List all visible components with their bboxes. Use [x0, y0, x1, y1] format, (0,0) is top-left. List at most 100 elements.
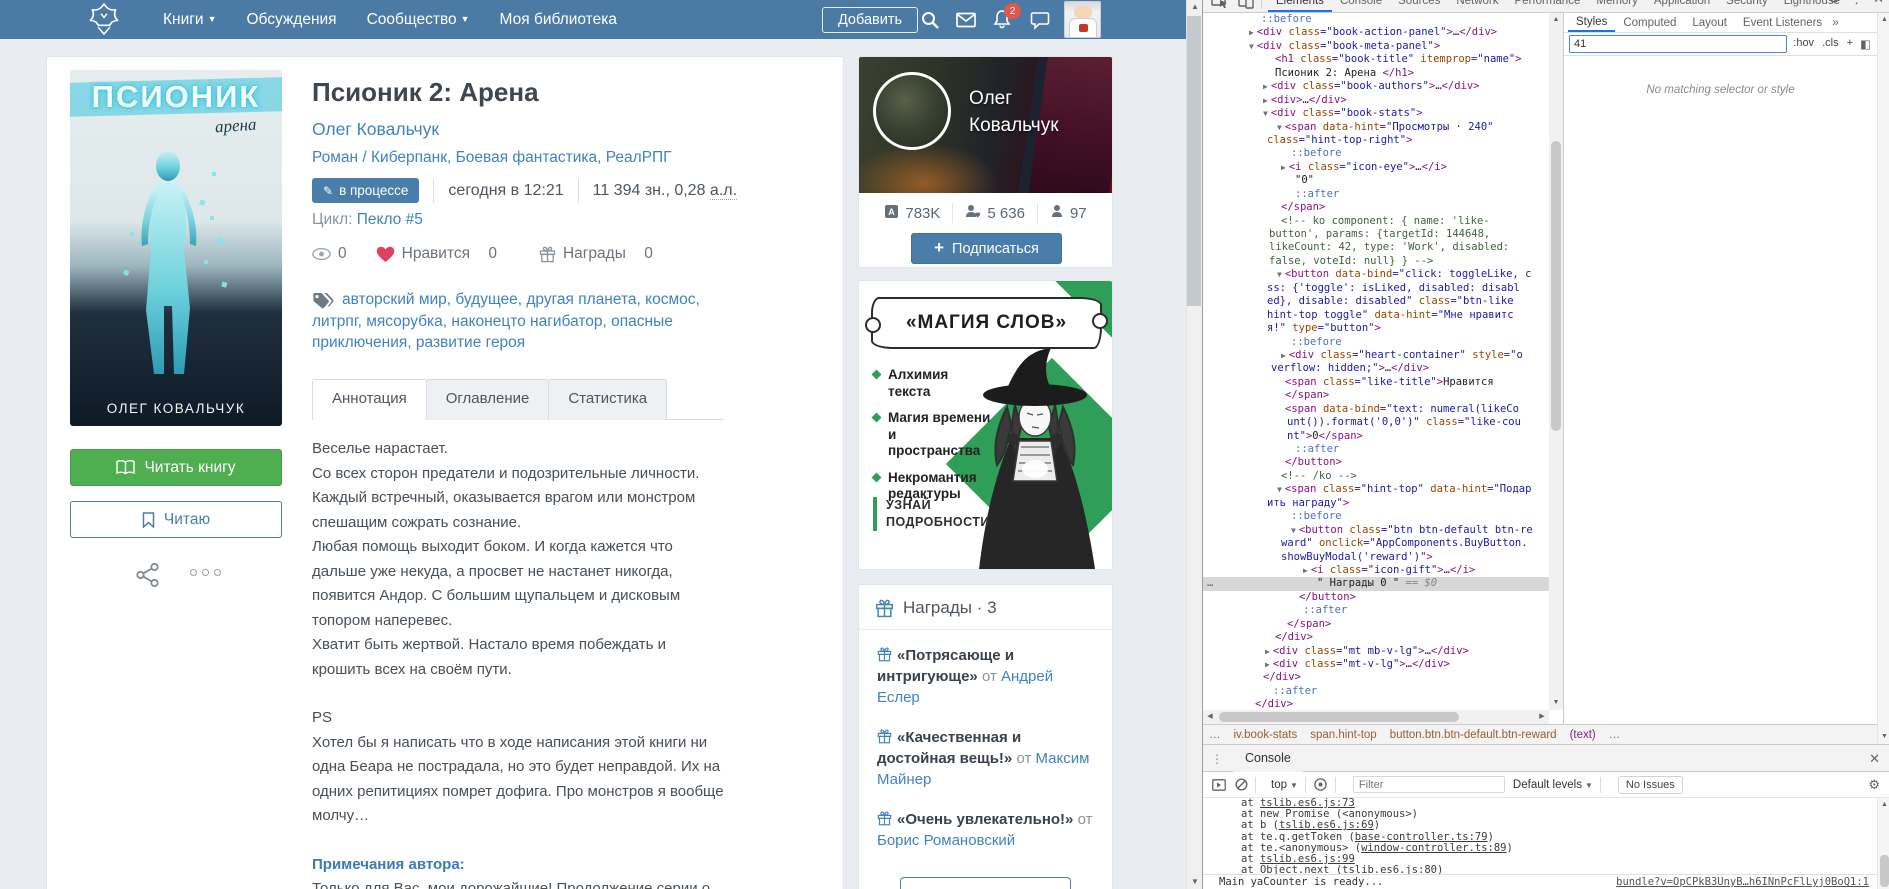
dom-node-line[interactable]: </div> — [1203, 671, 1549, 684]
dom-node-line[interactable]: "0" — [1203, 174, 1549, 187]
book-cover[interactable]: ПСИОНИК арена ОЛЕГ КОВАЛЬЧУК — [70, 70, 282, 426]
reading-status-button[interactable]: Читаю — [70, 501, 282, 538]
award-giver-link[interactable]: Борис Романовский — [877, 832, 1015, 849]
dom-node-line[interactable]: ss: {'toggle': isLiked, disabled: disabl — [1203, 282, 1549, 295]
dom-node-line[interactable]: ▶<div class="mt mb-v-lg">…</div> — [1203, 645, 1549, 658]
dom-node-line[interactable]: ▼<span class="hint-top" data-hint="Подар — [1203, 483, 1549, 496]
devtools-tab-network[interactable]: Network — [1448, 0, 1506, 12]
author-stat-1[interactable]: A783K — [884, 204, 940, 223]
dom-node-line[interactable]: ▼<button data-bind="click: toggleLike, c — [1203, 268, 1549, 281]
subscribe-button[interactable]: + Подписаться — [911, 233, 1062, 264]
dom-node-line[interactable]: </span> — [1203, 201, 1549, 214]
dom-node-line[interactable]: ▼<div class="book-stats"> — [1203, 107, 1549, 120]
styles-scrollbar[interactable]: ▲ ▼ — [1877, 13, 1889, 744]
user-avatar[interactable] — [1064, 1, 1101, 38]
dom-node-line[interactable]: <!-- /ko --> — [1203, 470, 1549, 483]
mail-icon[interactable] — [956, 10, 976, 30]
live-expression-icon[interactable] — [1313, 778, 1328, 791]
drawer-menu-icon[interactable]: ⋮ — [1211, 752, 1222, 766]
console-tab[interactable]: Console — [1233, 745, 1303, 772]
context-selector[interactable]: top▼ — [1271, 779, 1298, 791]
dom-node-line[interactable]: ::before — [1203, 336, 1549, 349]
console-settings-icon[interactable]: ⚙ — [1868, 777, 1880, 793]
read-book-button[interactable]: Читать книгу — [70, 449, 282, 486]
dom-node-line[interactable]: ить награду"> — [1203, 497, 1549, 510]
dom-node-line[interactable]: ▶<i class="icon-eye">…</i> — [1203, 161, 1549, 174]
node-menu-icon[interactable]: … — [1207, 577, 1213, 590]
breadcrumb-item-4[interactable]: (text) — [1570, 729, 1596, 741]
devtools-tab-performance[interactable]: Performance — [1507, 0, 1589, 12]
devtools-tab-sources[interactable]: Sources — [1390, 0, 1448, 12]
dom-node-line[interactable]: Псионик 2: Арена </h1> — [1203, 67, 1549, 80]
breadcrumb-item-1[interactable]: iv.book-stats — [1234, 729, 1298, 741]
dom-node-line[interactable]: ▶<div class="mt-v-lg">…</div> — [1203, 658, 1549, 671]
dom-node-line[interactable]: likeCount: 42, type: 'Work', disabled: — [1203, 241, 1549, 254]
dom-node-line[interactable]: </div> — [1203, 631, 1549, 644]
styles-control-2[interactable]: .cls — [1822, 37, 1839, 49]
dom-node-line[interactable]: </button> — [1203, 591, 1549, 604]
dom-node-line[interactable]: </button> — [1203, 456, 1549, 469]
dom-node-line[interactable]: ::after — [1203, 685, 1549, 698]
author-stat-3[interactable]: 97 — [1050, 204, 1087, 222]
author-name[interactable]: Олег Ковальчук — [969, 85, 1089, 139]
cycle-link[interactable]: Пекло #5 — [357, 211, 423, 228]
devtools-tab-elements[interactable]: Elements — [1268, 0, 1332, 12]
dom-node-line[interactable]: ▶<div>…</div> — [1203, 94, 1549, 107]
log-levels-selector[interactable]: Default levels▼ — [1513, 779, 1593, 791]
author-avatar[interactable] — [873, 72, 951, 150]
dom-node-line[interactable]: nt">0</span> — [1203, 430, 1549, 443]
styles-control-3[interactable]: + — [1847, 37, 1853, 49]
more-tabs-icon[interactable]: » — [1832, 17, 1838, 29]
like-button[interactable]: Нравится 0 — [376, 245, 497, 263]
dom-node-line[interactable]: class="hint-top-right"> — [1203, 134, 1549, 147]
elements-tree[interactable]: ::before▶<div class="book-action-panel">… — [1203, 13, 1549, 710]
genre-links[interactable]: Роман / Киберпанк, Боевая фантастика, Ре… — [312, 149, 672, 167]
devtools-tab-console[interactable]: Console — [1332, 0, 1390, 12]
notification-badge[interactable]: 2 — [1004, 3, 1021, 19]
styles-tab-layout[interactable]: Layout — [1684, 14, 1735, 31]
ad-banner[interactable]: «МАГИЯ СЛОВ» Алхимия текстаМагия времени… — [858, 280, 1113, 570]
styles-tab-styles[interactable]: Styles — [1568, 13, 1615, 32]
ad-cta[interactable]: УЗНАЙ ПОДРОБНОСТИ — [873, 497, 983, 531]
dom-node-line[interactable]: </div> — [1203, 698, 1549, 710]
tag-links[interactable]: авторский мир, будущее, другая планета, … — [312, 291, 700, 351]
elements-horizontal-scrollbar[interactable]: ◀ ▶ — [1203, 710, 1549, 724]
dom-node-line[interactable]: verflow: hidden;">…</div> — [1203, 362, 1549, 375]
no-issues-button[interactable]: No Issues — [1618, 776, 1683, 794]
author-stat-2[interactable]: 5 636 — [965, 204, 1025, 222]
nav-item-3[interactable]: Сообщество▼ — [367, 11, 470, 29]
dom-node-line[interactable]: ward" onclick="AppComponents.BuyButton. — [1203, 537, 1549, 550]
console-sidebar-icon[interactable] — [1212, 779, 1226, 791]
dom-node-line[interactable]: я!" type="button"> — [1203, 322, 1549, 335]
tab-3[interactable]: Статистика — [548, 379, 667, 420]
dom-node-line[interactable]: unt()).format('0,0')" class="like-cou — [1203, 416, 1549, 429]
nav-item-1[interactable]: Книги▼ — [163, 11, 216, 29]
author-link[interactable]: Олег Ковальчук — [312, 119, 439, 140]
drawer-close-icon[interactable]: ✕ — [1869, 751, 1880, 767]
dom-node-line[interactable]: ::before — [1203, 13, 1549, 26]
styles-tab-event-listeners[interactable]: Event Listeners — [1735, 14, 1830, 31]
devtools-close-icon[interactable]: ✕ — [1873, 0, 1884, 7]
scroll-up-arrow[interactable]: ▲ — [1187, 0, 1203, 14]
dom-node-line[interactable]: <!-- ko component: { name: 'like- — [1203, 215, 1549, 228]
chat-icon[interactable] — [1030, 10, 1050, 30]
tab-1[interactable]: Аннотация — [312, 379, 427, 420]
dom-node-line[interactable]: ▶<div class="book-authors">…</div> — [1203, 80, 1549, 93]
more-options-button[interactable] — [190, 569, 221, 576]
inspect-element-icon[interactable] — [1211, 0, 1229, 9]
breadcrumb-item-3[interactable]: button.btn.btn-default.btn-reward — [1390, 729, 1557, 741]
styles-filter-input[interactable] — [1569, 35, 1787, 53]
dom-node-line[interactable]: ▼<button class="btn btn-default btn-re — [1203, 524, 1549, 537]
dom-node-line[interactable]: <span data-bind="text: numeral(likeCo — [1203, 403, 1549, 416]
clear-console-icon[interactable] — [1235, 778, 1248, 791]
devtools-menu-icon[interactable]: ⋮ — [1850, 0, 1863, 7]
dom-node-line[interactable]: hint-top toggle" data-hint="Мне нравитс — [1203, 309, 1549, 322]
dom-node-line[interactable]: ▶<div class="heart-container" style="o — [1203, 349, 1549, 362]
dom-node-line[interactable]: ▼<span data-hint="Просмотры · 240" — [1203, 121, 1549, 134]
console-source-link[interactable]: bundle?v=OpCPkB3UnyB…h6INnPcFlLyj0BoQ1:1 — [1616, 875, 1869, 889]
devtools-tab-application[interactable]: Application — [1646, 0, 1718, 12]
styles-tab-computed[interactable]: Computed — [1615, 14, 1684, 31]
nav-item-4[interactable]: Моя библиотека — [500, 11, 617, 29]
console-scrollbar[interactable]: ▲ — [1877, 798, 1889, 889]
dom-node-line-selected[interactable]: …" Награды 0 " == $0 — [1203, 577, 1549, 590]
